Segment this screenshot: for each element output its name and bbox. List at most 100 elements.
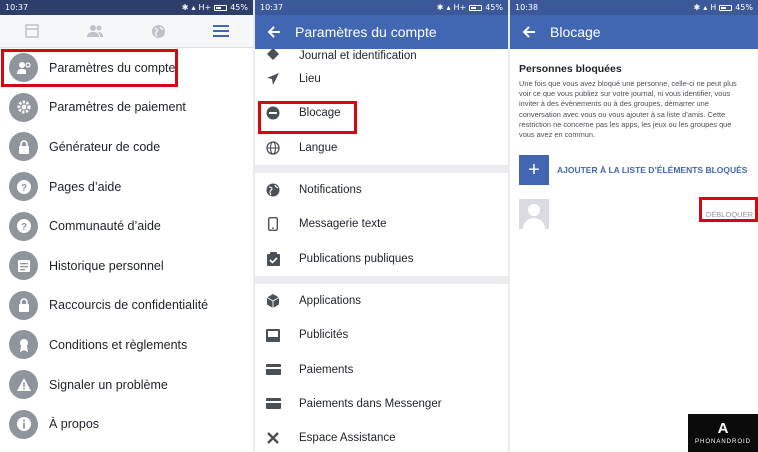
menu-label: Paramètres du compte [49, 60, 176, 75]
status-time: 10:37 [260, 3, 284, 12]
settings-label: Applications [299, 294, 362, 307]
add-to-block-list-button[interactable]: + AJOUTER À LA LISTE D’ÉLÉMENTS BLOQUÉS [519, 155, 749, 186]
settings-label: Paiements [299, 363, 354, 376]
menu-item-terms-policies[interactable]: Conditions et règlements [0, 325, 253, 365]
menu-item-help-pages[interactable]: ? Pages d’aide [0, 167, 253, 207]
settings-item-text-messaging[interactable]: Messagerie texte [255, 207, 508, 241]
menu-label: Générateur de code [49, 139, 161, 154]
settings-item-language[interactable]: Langue [255, 131, 508, 165]
settings-label: Journal et identification [299, 50, 417, 62]
battery-icon [469, 4, 483, 11]
monitor-icon [265, 327, 281, 343]
friends-icon [86, 25, 103, 37]
card-icon [265, 362, 281, 378]
battery-icon [719, 4, 733, 11]
back-arrow-icon[interactable] [267, 25, 281, 39]
news-feed-icon [24, 24, 39, 38]
list-icon [9, 251, 38, 281]
settings-item-support-inbox[interactable]: Espace Assistance [255, 421, 508, 452]
signal-icon: ▴ [191, 3, 196, 12]
globe-icon [151, 24, 165, 38]
network-type: H+ [198, 3, 212, 12]
android-logo-icon: A [717, 420, 729, 437]
tab-notifications[interactable] [146, 19, 170, 43]
battery-level: 45% [485, 3, 503, 12]
blocking-panel: 10:38 ✱ ▴ H 45% Blocage Personnes bloqué… [510, 0, 758, 452]
question-icon: ? [9, 172, 38, 202]
menu-label: Communauté d’aide [49, 219, 161, 234]
settings-label: Publicités [299, 329, 349, 342]
account-settings-panel: 10:37 ✱ ▴ H+ 45% Paramètres du compte Jo… [255, 0, 508, 452]
top-tab-bar [0, 15, 253, 48]
signal-icon: ▴ [703, 3, 708, 12]
watermark-text: PHONANDROID [694, 439, 751, 445]
question-icon: ? [9, 211, 38, 241]
settings-item-apps[interactable]: Applications [255, 284, 508, 318]
menu-item-code-generator[interactable]: Générateur de code [0, 127, 253, 167]
menu-list: Paramètres du compte Paramètres de paiem… [0, 48, 253, 444]
tab-news-feed[interactable] [20, 19, 44, 43]
block-icon [265, 105, 281, 121]
unblock-button[interactable]: DÉBLOQUER [704, 208, 755, 221]
tab-friends[interactable] [83, 19, 107, 43]
menu-label: Historique personnel [49, 258, 164, 273]
signal-icon: ▴ [446, 3, 451, 12]
header-bar: Paramètres du compte [255, 15, 508, 49]
back-arrow-icon[interactable] [522, 25, 536, 39]
menu-item-activity-log[interactable]: Historique personnel [0, 246, 253, 286]
location-arrow-icon [265, 71, 281, 87]
menu-item-payment-settings[interactable]: Paramètres de paiement [0, 88, 253, 128]
status-time: 10:38 [515, 3, 539, 12]
menu-item-help-community[interactable]: ? Communauté d’aide [0, 206, 253, 246]
settings-item-messenger-payments[interactable]: Paiements dans Messenger [255, 387, 508, 421]
settings-label: Notifications [299, 184, 362, 197]
blocking-description: Une fois que vous avez bloqué une person… [519, 79, 737, 140]
clipboard-check-icon [265, 251, 281, 267]
card-icon [265, 396, 281, 412]
info-icon [9, 409, 38, 439]
status-bar: 10:38 ✱ ▴ H 45% [510, 0, 758, 15]
menu-item-about[interactable]: À propos [0, 404, 253, 444]
tab-menu[interactable] [209, 19, 233, 43]
page-title: Blocage [550, 24, 601, 40]
settings-label: Messagerie texte [299, 218, 387, 231]
svg-text:?: ? [20, 222, 26, 233]
settings-item-ads[interactable]: Publicités [255, 318, 508, 352]
tools-icon [265, 430, 281, 446]
blocked-user-row: DÉBLOQUER [519, 199, 753, 230]
cube-icon [265, 293, 281, 309]
section-divider [255, 164, 508, 173]
settings-label: Blocage [299, 107, 341, 120]
lock-icon [9, 132, 38, 162]
warning-icon [9, 370, 38, 400]
page-title: Paramètres du compte [295, 24, 437, 40]
settings-item-location[interactable]: Lieu [255, 62, 508, 96]
network-type: H [710, 3, 717, 12]
hamburger-menu-icon [213, 25, 230, 37]
avatar [519, 199, 549, 230]
battery-icon [214, 4, 228, 11]
menu-item-account-settings[interactable]: Paramètres du compte [0, 48, 253, 88]
globe-icon [265, 182, 281, 198]
phone-icon [265, 216, 281, 232]
settings-item-public-posts[interactable]: Publications publiques [255, 241, 508, 275]
lock-icon [9, 290, 38, 320]
blocking-content: Personnes bloquées Une fois que vous ave… [510, 49, 758, 230]
bluetooth-icon: ✱ [181, 3, 189, 12]
status-bar: 10:37 ✱ ▴ H+ 45% [255, 0, 508, 15]
gear-icon [9, 92, 38, 122]
menu-label: Paramètres de paiement [49, 100, 186, 115]
plus-icon: + [519, 155, 549, 186]
bluetooth-icon: ✱ [436, 3, 444, 12]
settings-item-blocking[interactable]: Blocage [255, 96, 508, 130]
settings-item-notifications[interactable]: Notifications [255, 173, 508, 207]
settings-item-payments[interactable]: Paiements [255, 352, 508, 386]
menu-item-report-problem[interactable]: Signaler un problème [0, 365, 253, 405]
section-divider [255, 275, 508, 284]
bluetooth-icon: ✱ [693, 3, 701, 12]
svg-text:?: ? [20, 183, 26, 194]
add-to-block-list-label: AJOUTER À LA LISTE D’ÉLÉMENTS BLOQUÉS [557, 165, 748, 176]
menu-item-privacy-shortcuts[interactable]: Raccourcis de confidentialité [0, 286, 253, 326]
battery-level: 45% [735, 3, 753, 12]
menu-label: Signaler un problème [49, 377, 168, 392]
